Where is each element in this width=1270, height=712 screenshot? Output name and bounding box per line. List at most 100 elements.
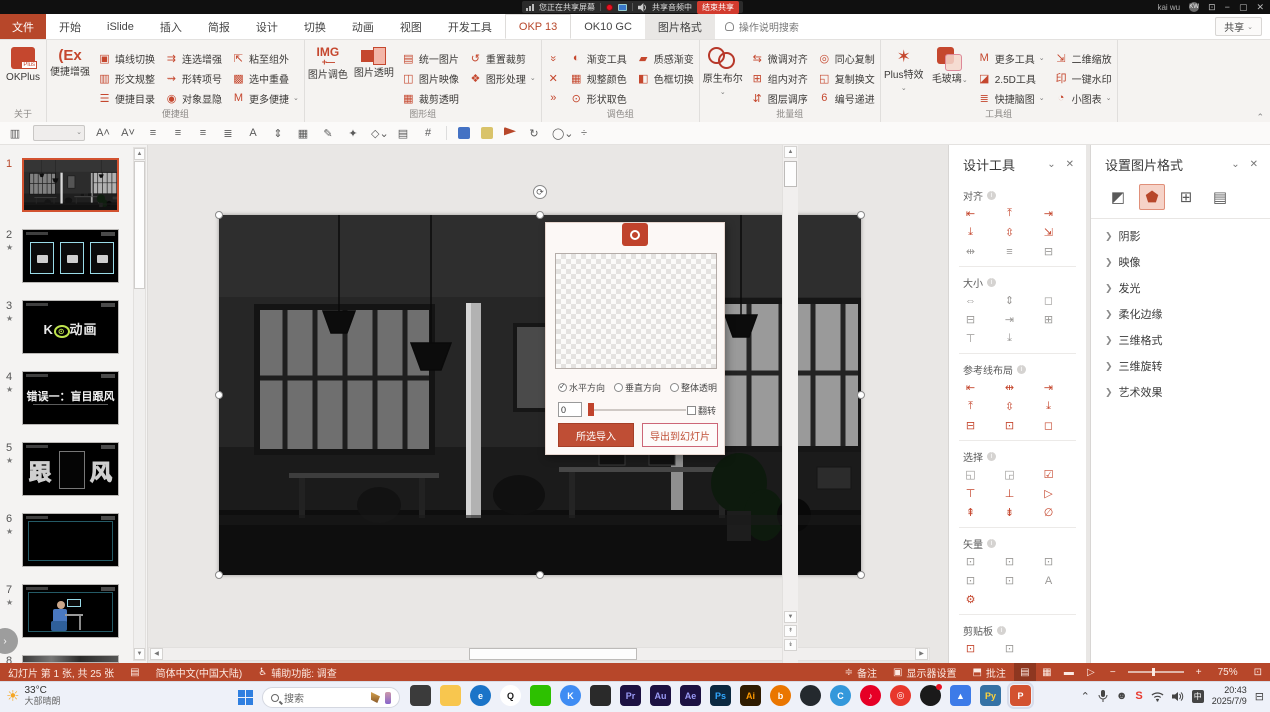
taskbar-clash-icon[interactable]: C bbox=[830, 685, 851, 706]
slider-track[interactable] bbox=[590, 409, 686, 411]
avatar[interactable]: KW bbox=[1189, 2, 1199, 12]
language-status[interactable]: 简体中文(中国大陆) bbox=[148, 665, 251, 680]
sogou-icon[interactable]: S bbox=[1135, 690, 1142, 702]
taskbar-github-desktop-icon[interactable] bbox=[800, 685, 821, 706]
tool-icon[interactable]: ⊟ bbox=[963, 418, 978, 433]
info-icon[interactable]: i bbox=[987, 278, 996, 287]
tool-icon[interactable]: ⇟ bbox=[1002, 505, 1017, 520]
font-size-box[interactable]: ⌄ bbox=[33, 125, 85, 141]
info-icon[interactable]: i bbox=[987, 191, 996, 200]
tool-icon[interactable]: ⊡ bbox=[1002, 554, 1017, 569]
tab-动画[interactable]: 动画 bbox=[339, 14, 387, 39]
tool-icon[interactable]: ⊤ bbox=[963, 331, 978, 346]
tool-icon[interactable]: ⇥ bbox=[1041, 206, 1056, 221]
thumbnail-image[interactable] bbox=[22, 584, 119, 638]
red-flag-icon[interactable] bbox=[504, 127, 516, 139]
font-smaller-icon[interactable]: A˅ bbox=[121, 127, 135, 139]
close-icon[interactable]: ✕ bbox=[1250, 159, 1258, 170]
tray-expand-icon[interactable]: ⌃ bbox=[1081, 690, 1090, 703]
tool-icon[interactable]: ⇞ bbox=[963, 505, 978, 520]
transparency-preview[interactable] bbox=[555, 253, 717, 369]
ribbon-button-形状取色[interactable]: ⊙形状取色 bbox=[565, 88, 632, 108]
tool-icon[interactable]: ⊡ bbox=[1041, 554, 1056, 569]
tab-okp-13[interactable]: OKP 13 bbox=[505, 14, 571, 39]
taskbar-blender-icon[interactable]: b bbox=[770, 685, 791, 706]
ribbon-button-连选增强[interactable]: ⇉连选增强 bbox=[160, 48, 227, 68]
ribbon-button-OKPlus[interactable]: PlusOKPlus bbox=[0, 44, 46, 106]
ribbon-button-图形处理[interactable]: ❖图形处理⌄ bbox=[464, 68, 541, 88]
scrollbar-thumb[interactable] bbox=[784, 161, 797, 187]
previous-slide-icon[interactable]: ↟ bbox=[784, 625, 797, 637]
zoom-level[interactable]: 75% bbox=[1210, 667, 1246, 678]
thumbnail-image[interactable] bbox=[22, 655, 119, 663]
tool-icon[interactable]: ◱ bbox=[963, 467, 978, 482]
thumbnail-image[interactable]: 错误一：盲目跟风 bbox=[22, 371, 119, 425]
tool-icon[interactable]: ⇹ bbox=[1002, 380, 1017, 395]
more-icon[interactable]: ÷ bbox=[577, 127, 591, 139]
line-spacing-icon[interactable]: ⇕ bbox=[271, 127, 285, 140]
ribbon-button-快捷脑图[interactable]: ≣快捷脑图⌄ bbox=[973, 88, 1050, 108]
tool-icon[interactable]: ⇥ bbox=[1002, 312, 1017, 327]
notification-center-icon[interactable]: ⊟ bbox=[1255, 690, 1264, 703]
note-icon[interactable]: ▤ bbox=[396, 127, 410, 140]
resize-handle-ne[interactable] bbox=[857, 211, 865, 219]
ribbon-button-粘至组外[interactable]: ⇱粘至组外 bbox=[227, 48, 304, 68]
tool-icon[interactable]: ⇹ bbox=[963, 244, 978, 259]
tab-开发工具[interactable]: 开发工具 bbox=[435, 14, 505, 39]
tab-插入[interactable]: 插入 bbox=[147, 14, 195, 39]
notes-toggle[interactable]: ≑备注 bbox=[837, 665, 885, 680]
tool-icon[interactable]: ⇳ bbox=[1002, 225, 1017, 240]
tool-icon[interactable]: ⊡ bbox=[963, 554, 978, 569]
tool-icon[interactable]: ⊡ bbox=[1002, 641, 1017, 656]
taskbar-python-icon[interactable]: Py bbox=[980, 685, 1001, 706]
ribbon-button-裁剪透明[interactable]: ▦裁剪透明 bbox=[397, 88, 464, 108]
next-slide-icon[interactable]: ↡ bbox=[784, 639, 797, 651]
save-icon[interactable]: ▥ bbox=[8, 127, 22, 140]
tool-icon[interactable]: ▷ bbox=[1041, 486, 1056, 501]
tab-视图[interactable]: 视图 bbox=[387, 14, 435, 39]
taskbar-premiere-icon[interactable]: Pr bbox=[620, 685, 641, 706]
tool-icon[interactable]: ⚙ bbox=[963, 592, 978, 607]
info-icon[interactable]: i bbox=[1017, 365, 1026, 374]
ribbon-display-options-icon[interactable]: ⊡ bbox=[1208, 2, 1216, 13]
minimize-button[interactable]: − bbox=[1225, 2, 1230, 12]
ribbon-button-更多工具[interactable]: M更多工具⌄ bbox=[973, 48, 1050, 68]
thumbnail-image[interactable] bbox=[22, 229, 119, 283]
taskbar-qq-icon[interactable]: Q bbox=[500, 685, 521, 706]
format-section-三维格式[interactable]: ❯三维格式 bbox=[1091, 327, 1270, 353]
rotate-object-icon[interactable]: ↻ bbox=[527, 127, 541, 140]
tool-icon[interactable]: ⇳ bbox=[1002, 399, 1017, 414]
hash-icon[interactable]: # bbox=[421, 127, 435, 139]
slide-thumbnail-2[interactable]: 2★ bbox=[0, 229, 130, 285]
slideshow-button[interactable]: ▷ bbox=[1080, 663, 1102, 681]
chevron-down-icon[interactable]: ⌄ bbox=[1047, 159, 1055, 170]
tool-icon[interactable]: ⇔ bbox=[963, 293, 978, 308]
ime-icon[interactable]: 中 bbox=[1192, 690, 1204, 703]
slide-thumbnail-3[interactable]: 3★K⊙动画 bbox=[0, 300, 130, 356]
ribbon-button-重置裁剪[interactable]: ↺重置裁剪 bbox=[464, 48, 541, 68]
slide-thumbnail-4[interactable]: 4★错误一：盲目跟风 bbox=[0, 371, 130, 427]
radio-垂直方向[interactable]: 垂直方向 bbox=[614, 381, 661, 394]
picture-icon[interactable]: ▤ bbox=[1207, 184, 1233, 210]
ribbon-button-便捷增强[interactable]: (Ex便捷增强 bbox=[47, 44, 93, 106]
fit-to-window-icon[interactable]: ⊡ bbox=[1246, 667, 1270, 678]
tool-icon[interactable]: ⤓ bbox=[1041, 399, 1056, 414]
align-right-icon[interactable]: ≡ bbox=[196, 127, 210, 139]
people-icon[interactable]: ☻ bbox=[1116, 690, 1128, 702]
taskbar-after-effects-icon[interactable]: Ae bbox=[680, 685, 701, 706]
blue-swatch-icon[interactable] bbox=[458, 127, 470, 139]
taskbar-davinci-icon[interactable] bbox=[590, 685, 611, 706]
magic-wand-icon[interactable]: ✦ bbox=[346, 127, 360, 140]
ribbon-button-chevrons-right[interactable]: » bbox=[542, 88, 565, 108]
scroll-down-icon[interactable]: ▼ bbox=[784, 611, 797, 623]
taskbar-meeting-app-icon[interactable]: ▲ bbox=[950, 685, 971, 706]
tab-ok10-gc[interactable]: OK10 GC bbox=[571, 14, 645, 39]
tool-icon[interactable]: ⊤ bbox=[963, 486, 978, 501]
resize-handle-sw[interactable] bbox=[215, 571, 223, 579]
speaker-icon[interactable] bbox=[1172, 691, 1184, 702]
slide-sorter-view-button[interactable]: ▦ bbox=[1036, 663, 1058, 681]
ribbon-button-复制换文[interactable]: ◱复制换文 bbox=[813, 68, 880, 88]
ribbon-button-质感渐变[interactable]: ▰质感渐变 bbox=[632, 48, 699, 68]
ribbon-button-便捷目录[interactable]: ☰便捷目录 bbox=[93, 88, 160, 108]
format-section-映像[interactable]: ❯映像 bbox=[1091, 249, 1270, 275]
